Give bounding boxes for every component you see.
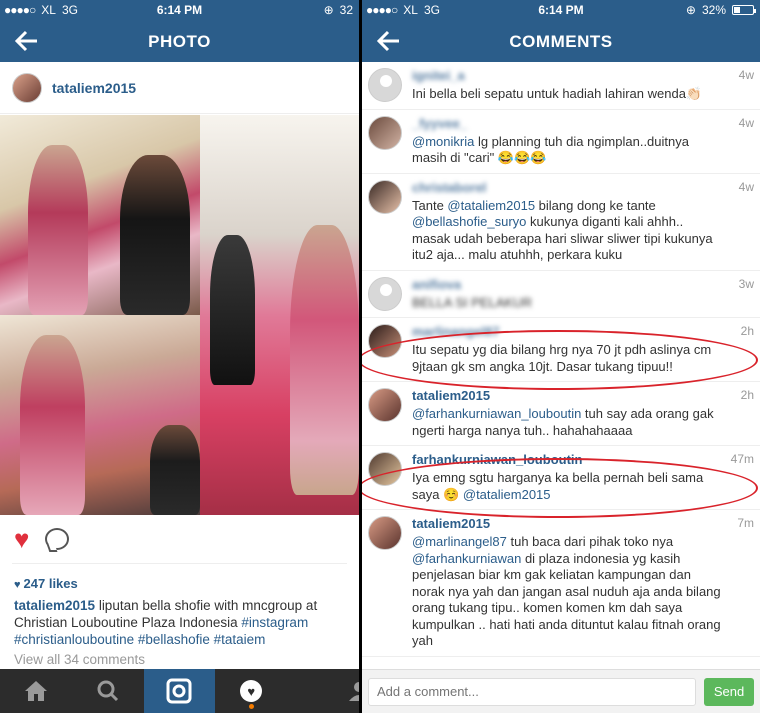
comment-list: ignitei_a 4w Ini bella beli sepatu untuk h… (362, 62, 760, 669)
post-photo[interactable] (0, 115, 359, 515)
small-heart-icon: ♥ (14, 579, 21, 591)
comment-username[interactable]: tataliem2015 (412, 516, 722, 532)
comment-time: 2h (740, 388, 754, 402)
photo-panel-1 (0, 115, 200, 315)
photo-screen: ●●●●○ XL 3G 6:14 PM ⊕ 32 PHOTO tataliem2… (0, 0, 359, 713)
comment-mention[interactable]: @tataliem2015 (447, 198, 535, 213)
comments-screen: ●●●●○ XL 3G 6:14 PM ⊕ 32% COMMENTS ignit… (362, 0, 760, 713)
comment-username[interactable]: anifiova (412, 277, 722, 293)
comment-text-part: Iya emng sgtu harganya ka bella pernah b… (412, 470, 704, 502)
comment-row: tataliem2015 2h @farhankurniawan_louboutin… (362, 382, 760, 446)
post-actions: ♥ (0, 515, 359, 563)
comment-row: tataliem2015 7m @marlinangel87 tuh baca da… (362, 510, 760, 657)
battery-icon (732, 5, 756, 15)
comment-mention[interactable]: @monikria (412, 134, 474, 149)
comment-text: Itu sepatu yg dia bilang hrg nya 70 jt p… (412, 342, 712, 374)
commenter-avatar[interactable] (368, 516, 402, 550)
comment-row: farhankurniawan_louboutin 47m Iya emng sgt… (362, 446, 760, 510)
comment-text-part: Tante (412, 197, 448, 213)
top-nav: PHOTO (0, 20, 359, 62)
comment-time: 4w (738, 179, 754, 194)
top-nav: COMMENTS (362, 20, 760, 62)
comment-mention[interactable]: @bellashofie_suryo (412, 214, 526, 229)
comment-row: ignitei_a 4w Ini bella beli sepatu untuk h… (362, 62, 760, 110)
comment-time: 4w (738, 115, 754, 130)
tab-profile[interactable] (287, 669, 359, 713)
comment-time: 4w (738, 68, 754, 82)
search-icon (97, 680, 118, 702)
commenter-avatar[interactable] (368, 276, 402, 311)
comment-text: BELLA SI PELAKUR (412, 294, 532, 310)
post-header: tataliem2015 (0, 62, 359, 114)
comment-text: @monikria lg planning tuh dia ngimplan..… (412, 134, 722, 167)
post-caption: tataliem2015 liputan bella shofie with m… (0, 597, 359, 648)
comment-username[interactable]: tataliem2015 (412, 388, 722, 404)
page-title: PHOTO (148, 32, 211, 51)
comment-time: 7m (737, 516, 754, 530)
commenter-avatar[interactable] (368, 68, 402, 102)
comment-username[interactable]: _fyyvee_ (412, 116, 722, 132)
home-icon (24, 681, 47, 701)
comment-row: christaborel 4w Tante @tataliem2015 bilang… (362, 174, 760, 271)
comment-text-part: bilang dong ke tante (535, 197, 656, 213)
comment-username[interactable]: ignitei_a (412, 68, 722, 84)
battery-percent: 32% (701, 3, 726, 17)
comment-input-bar: Send (362, 669, 760, 713)
activity-icon: ♥ (240, 680, 263, 702)
comment-row: anifiova 3w BELLA SI PELAKUR (362, 271, 760, 318)
notification-dot (248, 704, 254, 709)
send-button[interactable]: Send (704, 677, 754, 706)
page-title: COMMENTS (509, 32, 613, 51)
view-all-comments-link[interactable]: View all 34 comments (0, 648, 359, 671)
tab-home[interactable] (0, 669, 72, 713)
commenter-avatar[interactable] (368, 388, 402, 422)
commenter-avatar[interactable] (368, 115, 402, 150)
commenter-avatar[interactable] (368, 179, 402, 214)
profile-icon (348, 682, 359, 701)
likes-count[interactable]: ♥ 247 likes (0, 564, 359, 597)
comment-text-part: tuh baca dari pihak toko nya (506, 534, 674, 549)
avatar[interactable] (12, 72, 42, 103)
orientation-lock-icon: ⊕ (685, 3, 696, 17)
bottom-tab-bar: ♥ (0, 669, 359, 713)
comment-bubble-icon[interactable] (45, 528, 70, 550)
camera-icon (166, 678, 192, 704)
comment-row: _fyyvee_ 4w @monikria lg planning tuh dia … (362, 110, 760, 174)
comment-username[interactable]: farhankurniawan_louboutin (412, 452, 722, 468)
comment-mention[interactable]: @marlinangel87 (412, 534, 507, 549)
comment-text: Ini bella beli sepatu untuk hadiah lahir… (412, 86, 703, 101)
tab-camera[interactable] (143, 669, 216, 713)
comment-username[interactable]: marlinangel87 (412, 324, 722, 340)
comment-mention[interactable]: @farhankurniawan (412, 551, 521, 566)
tab-search[interactable] (72, 669, 144, 713)
photo-panel-3 (200, 115, 359, 515)
post-username[interactable]: tataliem2015 (52, 80, 136, 96)
comment-time: 47m (730, 452, 754, 466)
comment-mention[interactable]: @tataliem2015 (463, 487, 551, 502)
comment-mention[interactable]: @farhankurniawan_louboutin (412, 406, 581, 421)
battery-percent: 32 (339, 3, 353, 17)
comment-time: 2h (740, 324, 754, 338)
status-bar: ●●●●○ XL 3G 6:14 PM ⊕ 32% (362, 0, 760, 20)
likes-label: 247 likes (23, 576, 78, 591)
status-bar: ●●●●○ XL 3G 6:14 PM ⊕ 32 (0, 0, 359, 20)
comment-text: @farhankurniawan_louboutin tuh say ada o… (412, 406, 722, 439)
commenter-avatar[interactable] (368, 324, 402, 358)
comment-username[interactable]: christaborel (412, 180, 722, 196)
like-heart-icon[interactable]: ♥ (14, 526, 29, 552)
clock: 6:14 PM (156, 3, 203, 17)
comment-row: marlinangel87 2h Itu sepatu yg dia bilang … (362, 318, 760, 382)
commenter-avatar[interactable] (368, 452, 402, 486)
orientation-lock-icon: ⊕ (323, 3, 334, 17)
comment-input[interactable] (368, 677, 696, 706)
comment-text: Iya emng sgtu harganya ka bella pernah b… (412, 470, 722, 503)
comment-time: 3w (738, 276, 754, 291)
photo-panel-2 (0, 315, 200, 515)
comment-text: @marlinangel87 tuh baca dari pihak toko … (412, 534, 722, 650)
caption-username[interactable]: tataliem2015 (14, 598, 95, 613)
tab-activity[interactable]: ♥ (215, 669, 287, 713)
comment-text: Tante @tataliem2015 bilang dong ke tante… (412, 198, 722, 264)
